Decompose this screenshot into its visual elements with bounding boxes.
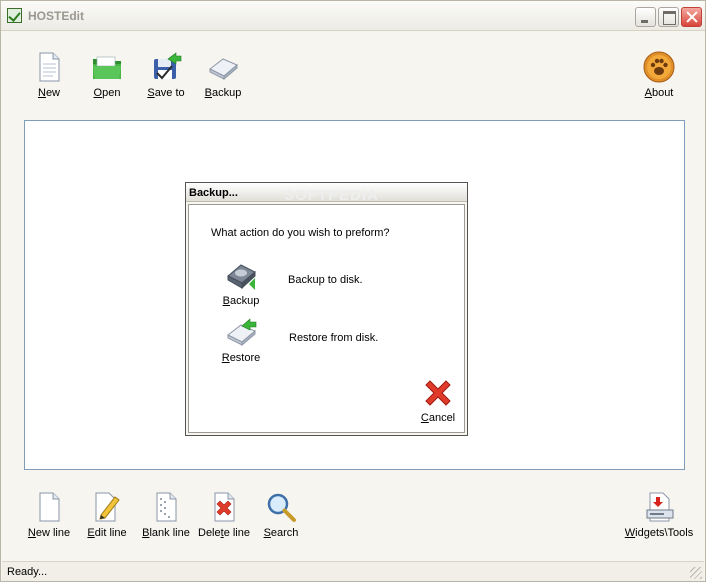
widgets-tools-label-accel: W: [624, 527, 636, 539]
status-text: Ready...: [7, 566, 48, 578]
backup-disk-icon: [227, 264, 256, 290]
title-bar[interactable]: HOSTEdit: [1, 1, 705, 31]
search-button[interactable]: Search: [261, 491, 301, 539]
backup-button[interactable]: Backup: [203, 51, 243, 99]
dialog-cancel-button[interactable]: Cancel: [416, 377, 460, 424]
new-line-label-accel: N: [27, 527, 36, 539]
app-icon: [7, 8, 22, 23]
maximize-button[interactable]: [658, 7, 679, 27]
cancel-x-icon: [425, 380, 451, 406]
new-label-rest: ew: [45, 87, 60, 99]
document-icon: [39, 52, 60, 82]
drive-icon: [209, 58, 238, 81]
dialog-restore-label-accel: R: [221, 352, 230, 364]
restore-drive-icon: [227, 318, 257, 347]
widgets-tools-icon: [646, 492, 674, 522]
hostedit-window: HOSTEdit New Open Save to Backup About B…: [0, 0, 706, 582]
delete-line-button[interactable]: Delete line: [197, 491, 251, 539]
save-to-label-rest: ave to: [154, 87, 185, 99]
new-line-button[interactable]: New line: [25, 491, 73, 539]
save-to-button[interactable]: Save to: [144, 51, 188, 99]
widgets-tools-label-rest: idgets\Tools: [635, 527, 694, 539]
backup-dialog: Backup... What action do you wish to pre…: [185, 182, 468, 436]
dialog-question: What action do you wish to preform?: [211, 227, 390, 239]
watermark: SOFTPEDIA: [284, 187, 379, 204]
dialog-cancel-label-rest: ancel: [428, 412, 456, 424]
close-button[interactable]: [681, 7, 702, 27]
search-magnifier-icon: [267, 493, 296, 522]
delete-line-label-pre: Dele: [198, 527, 221, 539]
folder-icon: [93, 56, 121, 79]
save-disk-icon: [154, 52, 182, 80]
delete-line-label-rest: e line: [223, 527, 250, 539]
new-button[interactable]: New: [31, 51, 67, 99]
dialog-backup-button[interactable]: Backup: [217, 260, 265, 307]
about-button[interactable]: About: [641, 51, 677, 99]
dialog-body: What action do you wish to preform? Back…: [188, 204, 465, 433]
widgets-tools-button[interactable]: Widgets\Tools: [623, 491, 695, 539]
dialog-cancel-label-accel: C: [420, 412, 429, 424]
dialog-restore-label-rest: estore: [229, 352, 261, 364]
edit-line-label-accel: E: [87, 527, 95, 539]
backup-label-rest: ackup: [211, 87, 242, 99]
paw-icon: [643, 51, 675, 83]
open-label-accel: O: [93, 87, 103, 99]
edit-line-label-rest: dit line: [94, 527, 127, 539]
about-label-accel: A: [644, 87, 652, 99]
dialog-backup-description: Backup to disk.: [288, 274, 363, 286]
blank-line-button[interactable]: Blank line: [140, 491, 192, 539]
edit-line-button[interactable]: Edit line: [85, 491, 129, 539]
new-line-label-rest: ew line: [35, 527, 71, 539]
delete-document-icon: [214, 492, 235, 522]
search-label-rest: earch: [270, 527, 299, 539]
open-label-rest: pen: [102, 87, 121, 99]
dialog-restore-description: Restore from disk.: [289, 332, 379, 344]
new-line-document-icon: [39, 492, 60, 522]
window-title: HOSTEdit: [28, 9, 84, 23]
edit-pencil-icon: [95, 492, 120, 522]
dialog-backup-label-rest: ackup: [229, 295, 260, 307]
resize-grip[interactable]: [690, 567, 702, 579]
blank-line-document-icon: [156, 492, 177, 522]
save-to-label-accel: S: [147, 87, 155, 99]
dialog-backup-label-accel: B: [222, 295, 230, 307]
search-label-accel: S: [263, 527, 271, 539]
backup-label-accel: B: [204, 87, 212, 99]
open-button[interactable]: Open: [87, 51, 127, 99]
blank-line-label-rest: lank line: [149, 527, 190, 539]
status-bar: Ready...: [2, 561, 704, 581]
minimize-button[interactable]: [635, 7, 656, 27]
new-label-accel: N: [37, 87, 46, 99]
about-label-rest: bout: [651, 87, 674, 99]
dialog-restore-button[interactable]: Restore: [217, 317, 265, 364]
